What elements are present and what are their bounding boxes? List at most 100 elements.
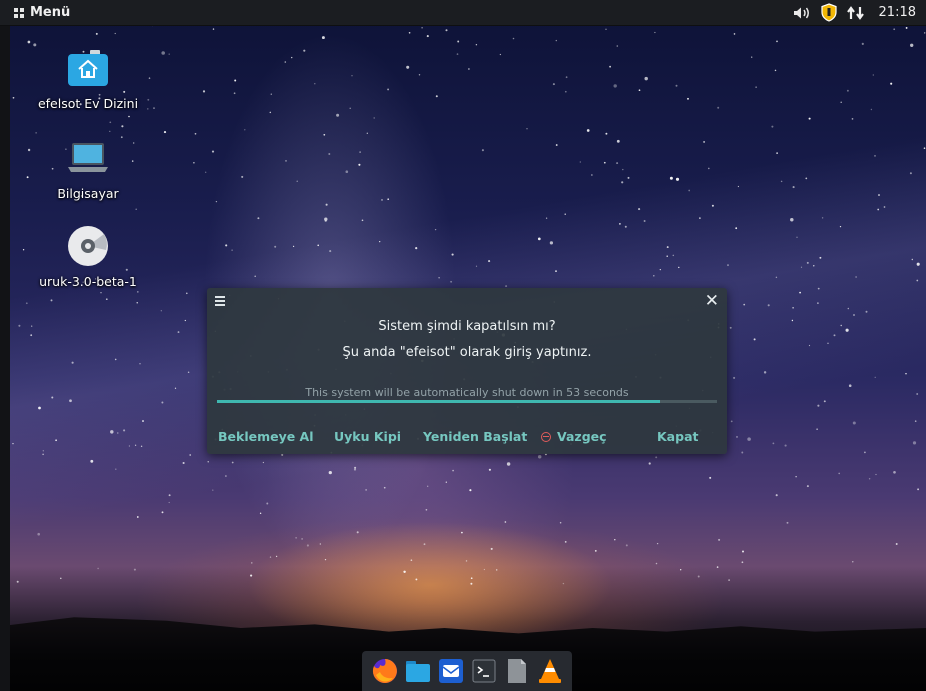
star [296,180,298,182]
shutdown-dialog: ✕ Sistem şimdi kapatılsın mı? Şu anda "e… [207,288,727,454]
disc-icon [64,222,112,270]
restart-button[interactable]: Yeniden Başlat [423,429,527,444]
star [707,167,710,170]
mail-icon[interactable] [437,657,465,685]
hibernate-button[interactable]: Uyku Kipi [334,429,401,444]
hamburger-menu-icon[interactable] [215,296,225,308]
star [666,255,668,257]
star [291,56,293,59]
star [727,264,729,267]
star [675,177,680,181]
cancel-button[interactable]: Vazgeç [541,429,607,444]
close-icon[interactable]: ✕ [705,291,719,311]
star [427,485,429,487]
shield-icon[interactable] [820,3,837,22]
star [359,151,361,153]
star [184,319,186,322]
star [295,537,297,539]
star [365,489,367,491]
star [468,68,470,70]
star [25,302,28,305]
desktop-icon-disc[interactable]: uruk-3.0-beta-1 [33,222,143,289]
star [426,35,429,38]
star [110,430,114,434]
star [114,32,116,35]
firefox-icon[interactable] [371,657,399,685]
star [743,303,746,306]
star [379,240,381,243]
desktop-icon-home[interactable]: efelsot Ev Dizini [33,44,143,111]
top-panel: Menü 21:18 [0,0,926,26]
network-icon[interactable] [846,5,865,20]
star [526,128,528,130]
star [356,531,359,534]
star [383,486,386,489]
star [808,117,811,120]
star [361,219,364,222]
star [418,74,421,76]
vlc-icon[interactable] [536,657,564,685]
star [851,118,854,120]
star [30,334,33,337]
star [772,442,775,445]
star [18,324,21,327]
star [627,176,630,179]
star [737,185,740,188]
clock[interactable]: 21:18 [879,5,916,20]
star [795,476,797,478]
volume-icon[interactable] [793,6,811,20]
shutdown-button[interactable]: Kapat [657,429,698,444]
star [591,174,593,176]
star [840,101,842,104]
star [366,132,368,134]
star [415,247,418,250]
star [135,208,137,211]
star [469,489,472,492]
star [105,298,108,301]
star [864,451,866,454]
star [51,396,54,399]
star [325,203,328,206]
star [490,547,493,550]
star [755,86,757,88]
star [562,582,565,585]
star [241,175,244,178]
star [317,244,319,247]
star [434,228,437,231]
star [666,246,669,249]
star [275,555,278,558]
star [619,223,621,225]
star [423,543,426,546]
star [614,538,616,541]
star [452,469,454,472]
star [733,376,736,379]
star [284,61,287,63]
star [387,198,390,201]
star [225,244,228,247]
desktop-icon-computer[interactable]: Bilgisayar [33,134,143,201]
star [656,542,659,545]
star [71,361,74,364]
countdown-progress-bar [217,400,717,403]
star [555,144,558,146]
files-icon[interactable] [404,657,432,685]
star [55,439,57,442]
menu-button[interactable]: Menü [0,5,70,20]
star [270,93,272,95]
star [638,89,641,92]
star [537,237,541,241]
star [349,107,351,110]
star [893,470,896,474]
star [699,217,701,219]
terminal-icon[interactable] [470,657,498,685]
restart-label: Yeniden Başlat [423,429,528,444]
suspend-button[interactable]: Beklemeye Al [218,429,314,444]
star [808,344,811,347]
text-editor-icon[interactable] [503,657,531,685]
star [716,566,719,568]
star [776,40,778,43]
star [207,461,209,463]
star [134,444,137,446]
star [488,468,491,471]
star [823,400,826,403]
